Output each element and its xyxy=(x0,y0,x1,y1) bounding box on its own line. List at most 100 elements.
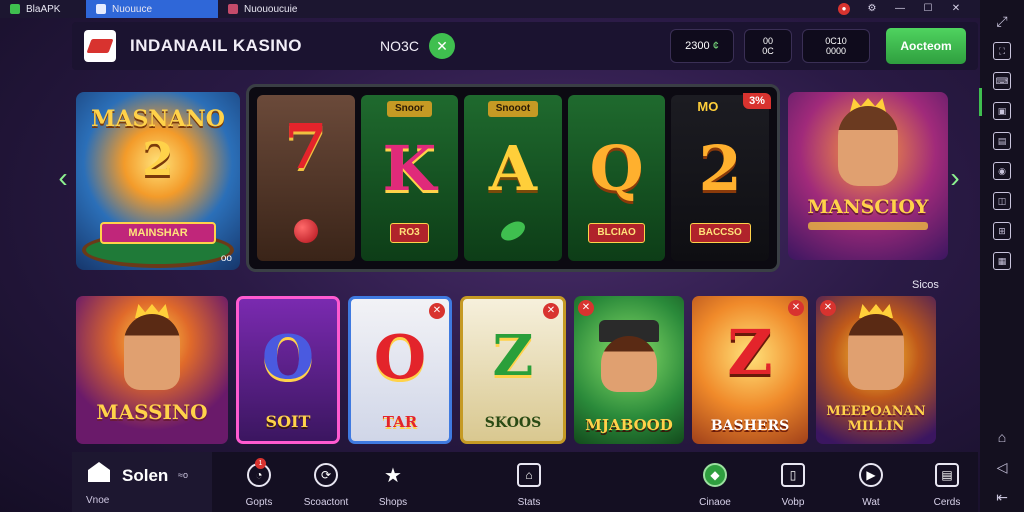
cherry-icon xyxy=(293,219,318,243)
camera-icon[interactable]: ◉ xyxy=(993,162,1011,180)
game-card[interactable]: ✕ Z SKOOS xyxy=(460,296,566,444)
promo-close-button[interactable]: ✕ xyxy=(428,33,455,59)
layout-icon[interactable]: ▤ xyxy=(993,132,1011,150)
tab-label: BlaAPK xyxy=(26,3,61,15)
tab-blaapk[interactable]: BlaAPK xyxy=(0,0,82,18)
nav-item-gopts[interactable]: ◔ 1 Gopts xyxy=(234,452,284,512)
reel: 7 xyxy=(257,95,355,261)
game-title: SOIT xyxy=(265,412,311,431)
featured-title: MASNANO xyxy=(91,106,225,132)
close-icon[interactable]: ✕ xyxy=(578,300,594,316)
nav-label: Cerds xyxy=(933,497,961,508)
folder-icon[interactable]: ▦ xyxy=(993,252,1011,270)
close-icon[interactable]: ✕ xyxy=(788,300,804,316)
nav-label: Wat xyxy=(862,497,880,508)
game-card[interactable]: MASSINO xyxy=(76,296,228,444)
expand-icon[interactable]: ⤢ xyxy=(993,12,1011,30)
game-title: TAR xyxy=(382,413,418,431)
close-icon[interactable]: ✕ xyxy=(950,3,962,15)
stat-display-2[interactable]: 0C10 0000 xyxy=(802,29,870,63)
game-symbol: O xyxy=(373,323,427,393)
carousel-next-icon[interactable]: › xyxy=(946,160,964,196)
notification-badge: 1 xyxy=(255,458,266,469)
minimize-icon[interactable]: — xyxy=(894,3,906,15)
game-symbol: O xyxy=(261,323,315,393)
tab-active[interactable]: Nuouuce xyxy=(86,0,218,18)
game-icon: ◆ xyxy=(703,463,727,487)
game-card[interactable]: O SOIT xyxy=(236,296,340,444)
nav-item-wat[interactable]: ▶ Wat xyxy=(846,452,896,512)
carousel-prev-icon[interactable]: ‹ xyxy=(54,160,72,196)
house-icon: ⌂ xyxy=(517,463,541,487)
game-symbol: Z xyxy=(492,323,534,389)
back-icon[interactable]: ◁ xyxy=(993,458,1011,476)
game-title: SKOOS xyxy=(484,415,542,431)
reel-tag: Snooot xyxy=(487,101,539,117)
balance-display[interactable]: 2300 ¢ xyxy=(670,29,734,63)
settings-icon[interactable]: ⚙ xyxy=(866,3,878,15)
game-card[interactable]: ✕ Z BASHERS xyxy=(692,296,808,444)
recents-icon[interactable]: ⇤ xyxy=(993,488,1011,506)
stat-top: 0C10 xyxy=(825,36,847,46)
featured-dots: oo xyxy=(220,253,232,264)
reel-tag: Snoor xyxy=(386,101,432,117)
record-icon[interactable]: ● xyxy=(838,3,850,15)
game-card[interactable]: ✕ O TAR xyxy=(348,296,452,444)
brand-title: INDANAAIL KASINO xyxy=(130,36,303,55)
game-card[interactable]: ✕ MJABOOD xyxy=(574,296,684,444)
reel-symbol: A xyxy=(488,132,538,205)
nav-label: Stats xyxy=(517,497,541,508)
nav-item-cerds[interactable]: ▤ Cerds xyxy=(922,452,972,512)
apk-icon[interactable]: ⊞ xyxy=(993,222,1011,240)
balance-suffix: ¢ xyxy=(712,40,719,52)
action-button[interactable]: Aocteom xyxy=(886,28,966,64)
sync-icon: ⟳ xyxy=(314,463,338,487)
slot-machine[interactable]: 7 Snoor K RO3 Snooot A Q BLCIAO MO 3% 2 … xyxy=(246,84,780,272)
character-art xyxy=(124,314,180,390)
stat-display[interactable]: 00 0C xyxy=(744,29,792,63)
reel-symbol: 2 xyxy=(698,132,742,205)
brand-logo[interactable] xyxy=(84,30,116,62)
close-icon[interactable]: ✕ xyxy=(820,300,836,316)
reel-corner-label: MO xyxy=(697,99,719,114)
leaf-icon xyxy=(497,217,529,245)
featured-game-right[interactable]: MANSCIOY xyxy=(788,92,948,260)
reel-symbol: Q xyxy=(589,132,644,205)
screenshot-icon[interactable]: ▣ xyxy=(993,102,1011,120)
featured-game-left[interactable]: MASNANO 2 MAINSHAR oo xyxy=(76,92,240,270)
game-title: MASSINO xyxy=(96,400,208,424)
star-icon: ★ xyxy=(384,464,402,487)
close-icon[interactable]: ✕ xyxy=(429,303,445,319)
keyboard-icon[interactable]: ⌨ xyxy=(993,72,1011,90)
stat-bottom: 0C xyxy=(762,46,774,56)
emulator-side-rail: ⤢ ⛶ ⌨ ▣ ▤ ◉ ◫ ⊞ ▦ ⌂ ◁ ⇤ xyxy=(980,0,1024,512)
window-controls: ● ⚙ — ☐ ✕ xyxy=(838,3,980,15)
maximize-icon[interactable]: ☐ xyxy=(922,3,934,15)
volume-icon[interactable]: ◫ xyxy=(993,192,1011,210)
nav-item-vobp[interactable]: ▯ Vobp xyxy=(768,452,818,512)
featured-banner: MAINSHAR xyxy=(100,222,216,244)
close-icon[interactable]: ✕ xyxy=(543,303,559,319)
fullscreen-icon[interactable]: ⛶ xyxy=(993,42,1011,60)
tab-third[interactable]: Nuououcuie xyxy=(218,0,307,18)
home-icon[interactable]: ⌂ xyxy=(993,428,1011,446)
tab-label: Nuououcuie xyxy=(244,3,298,15)
nav-label: Gopts xyxy=(245,497,273,508)
nav-item-stats[interactable]: ⌂ Stats xyxy=(504,452,554,512)
stat-bottom: 0000 xyxy=(825,46,847,56)
app-header: INDANAAIL KASINO NO3C ✕ 2300 ¢ 00 0C 0C1… xyxy=(72,22,978,70)
game-symbol: Z xyxy=(727,316,773,389)
promo-text: NO3C xyxy=(380,38,419,54)
section-label[interactable]: Sicos xyxy=(912,279,939,291)
featured-title: MANSCIOY xyxy=(807,196,929,218)
nav-item-shops[interactable]: ★ Shops xyxy=(368,452,418,512)
phone-icon: ▯ xyxy=(781,463,805,487)
cards-icon: ▤ xyxy=(935,463,959,487)
rail-active-indicator xyxy=(979,88,982,116)
nav-label: Vobp xyxy=(781,497,805,508)
nav-item-cinaoe[interactable]: ◆ Cinaoe xyxy=(690,452,740,512)
logo-mark xyxy=(86,39,114,53)
game-card[interactable]: ✕ MEEPOANAN MILLIN xyxy=(816,296,936,444)
nav-home[interactable]: Solen ≈o Vnoe xyxy=(72,452,212,512)
nav-item-scoactont[interactable]: ⟳ Scoactont xyxy=(294,452,358,512)
